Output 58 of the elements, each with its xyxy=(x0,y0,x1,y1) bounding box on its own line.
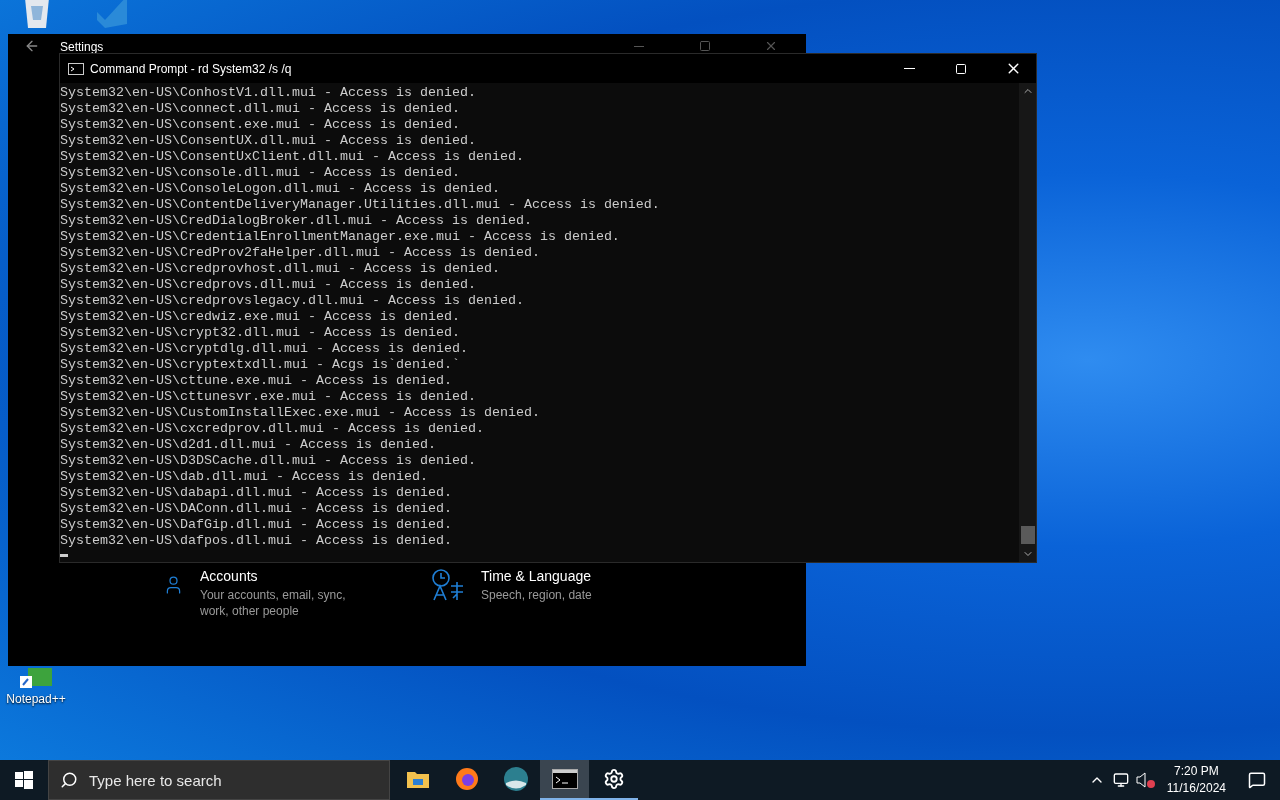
taskbar-app-button[interactable] xyxy=(540,760,589,800)
category-description: Your accounts, email, sync, work, other people xyxy=(200,587,347,619)
category-title[interactable]: Accounts xyxy=(200,568,353,584)
console-line: System32\en-US\ConsoleLogon.dll.mui - Access is denied. xyxy=(60,181,501,197)
minimize-icon[interactable] xyxy=(634,45,644,47)
minimize-icon xyxy=(903,68,915,69)
clock[interactable]: 7:20 PM 11/16/2024 xyxy=(1158,763,1234,797)
maximize-icon[interactable] xyxy=(699,40,711,52)
close-icon[interactable] xyxy=(764,39,778,53)
console-line: System32\en-US\consent.exe.mui - Access is denied. xyxy=(60,117,461,133)
console-line: System32\en-US\ConsentUX.dll.mui - Access is denied. xyxy=(60,133,477,149)
console-line: System32\en-US\d2d1.dll.mui - Access is denied. xyxy=(60,437,437,453)
console-line: System32\en-US\credprovhost.dll.mui - Access is denied. xyxy=(60,261,501,277)
category-description: Speech, region, date xyxy=(481,587,592,603)
search-icon xyxy=(60,771,78,789)
console-line: System32\en-US\console.dll.mui - Access is denied. xyxy=(60,165,461,181)
console-line: System32\en-US\dafpos.dll.mui - Access is denied. xyxy=(60,533,453,549)
console-line: System32\en-US\dab.dll.mui - Access is denied. xyxy=(60,469,429,485)
window-title: Command Prompt - rd System32 /s /q xyxy=(90,61,292,76)
console-line: System32\en-US\crypt32.dll.mui - Access is denied. xyxy=(60,325,461,341)
console-line: System32\en-US\dabapi.dll.mui - Access is denied. xyxy=(60,485,453,501)
console-line: System32\en-US\credprovs.dll.mui - Access is denied. xyxy=(60,277,477,293)
desktop-icon-label[interactable]: Notepad++ xyxy=(6,692,66,706)
console-line: System32\en-US\cttune.exe.mui - Access is denied. xyxy=(60,373,453,389)
console-line: System32\en-US\ConsentUxClient.dll.mui - Access is denied. xyxy=(60,149,525,165)
console-line: System32\en-US\D3DSCache.dll.mui - Access is denied. xyxy=(60,453,477,469)
console-line: System32\en-US\cttunesvr.exe.mui - Access is denied. xyxy=(60,389,477,405)
terminal-icon xyxy=(551,769,578,789)
console-line: System32\en-US\DAConn.dll.mui - Access is denied. xyxy=(60,501,453,517)
console-line: System32\en-US\DafGip.dll.mui - Access is denied. xyxy=(60,517,453,533)
window-title: Settings xyxy=(60,40,104,54)
scrollbar[interactable] xyxy=(1019,83,1036,562)
terminal-icon xyxy=(68,62,84,75)
console-line: System32\en-US\ContentDeliveryManager.Utilities.dll.mui - Access is denied. xyxy=(60,197,661,213)
console-line: System32\en-US\ConhostV1.dll.mui - Access is denied. xyxy=(60,85,477,101)
console-line: System32\en-US\CredProv2faHelper.dll.mui - Access is denied. xyxy=(60,245,541,261)
console-line: System32\en-US\CredentialEnrollmentManager.exe.mui - Access is denied. xyxy=(60,229,621,245)
folder-icon xyxy=(405,769,430,789)
text-cursor xyxy=(60,554,68,557)
console-line: System32\en-US\cxcredprov.dll.mui - Access is denied. xyxy=(60,421,485,437)
console-line: System32\en-US\connect.dll.mui - Access is denied. xyxy=(60,101,461,117)
console-line: System32\en-US\credwiz.exe.mui - Access is denied. xyxy=(60,309,461,325)
console-line: System32\en-US\CredDialogBroker.dll.mui - Access is denied. xyxy=(60,213,533,229)
console-line: System32\en-US\CustomInstallExec.exe.mui - Access is denied. xyxy=(60,405,541,421)
maximize-icon xyxy=(955,62,967,75)
console-line: System32\en-US\credprovslegacy.dll.mui - Access is denied. xyxy=(60,293,525,309)
notepad-icon[interactable] xyxy=(18,668,54,690)
scroll-thumb[interactable] xyxy=(1020,526,1035,544)
console-line: System32\en-US\cryptdlg.dll.mui - Access is denied. xyxy=(60,341,469,357)
time-language-icon xyxy=(431,568,465,602)
browser-icon xyxy=(454,767,479,791)
settings-icon xyxy=(602,768,625,790)
search-field[interactable]: Type here to search xyxy=(48,760,390,800)
category-title[interactable]: Time & Language xyxy=(481,568,592,584)
windows-logo-icon xyxy=(15,771,33,789)
back-icon[interactable] xyxy=(24,38,40,54)
console-line: System32\en-US\cryptextxdll.mui - Acgs is`denied.` xyxy=(60,357,461,373)
globe-icon xyxy=(502,766,529,792)
